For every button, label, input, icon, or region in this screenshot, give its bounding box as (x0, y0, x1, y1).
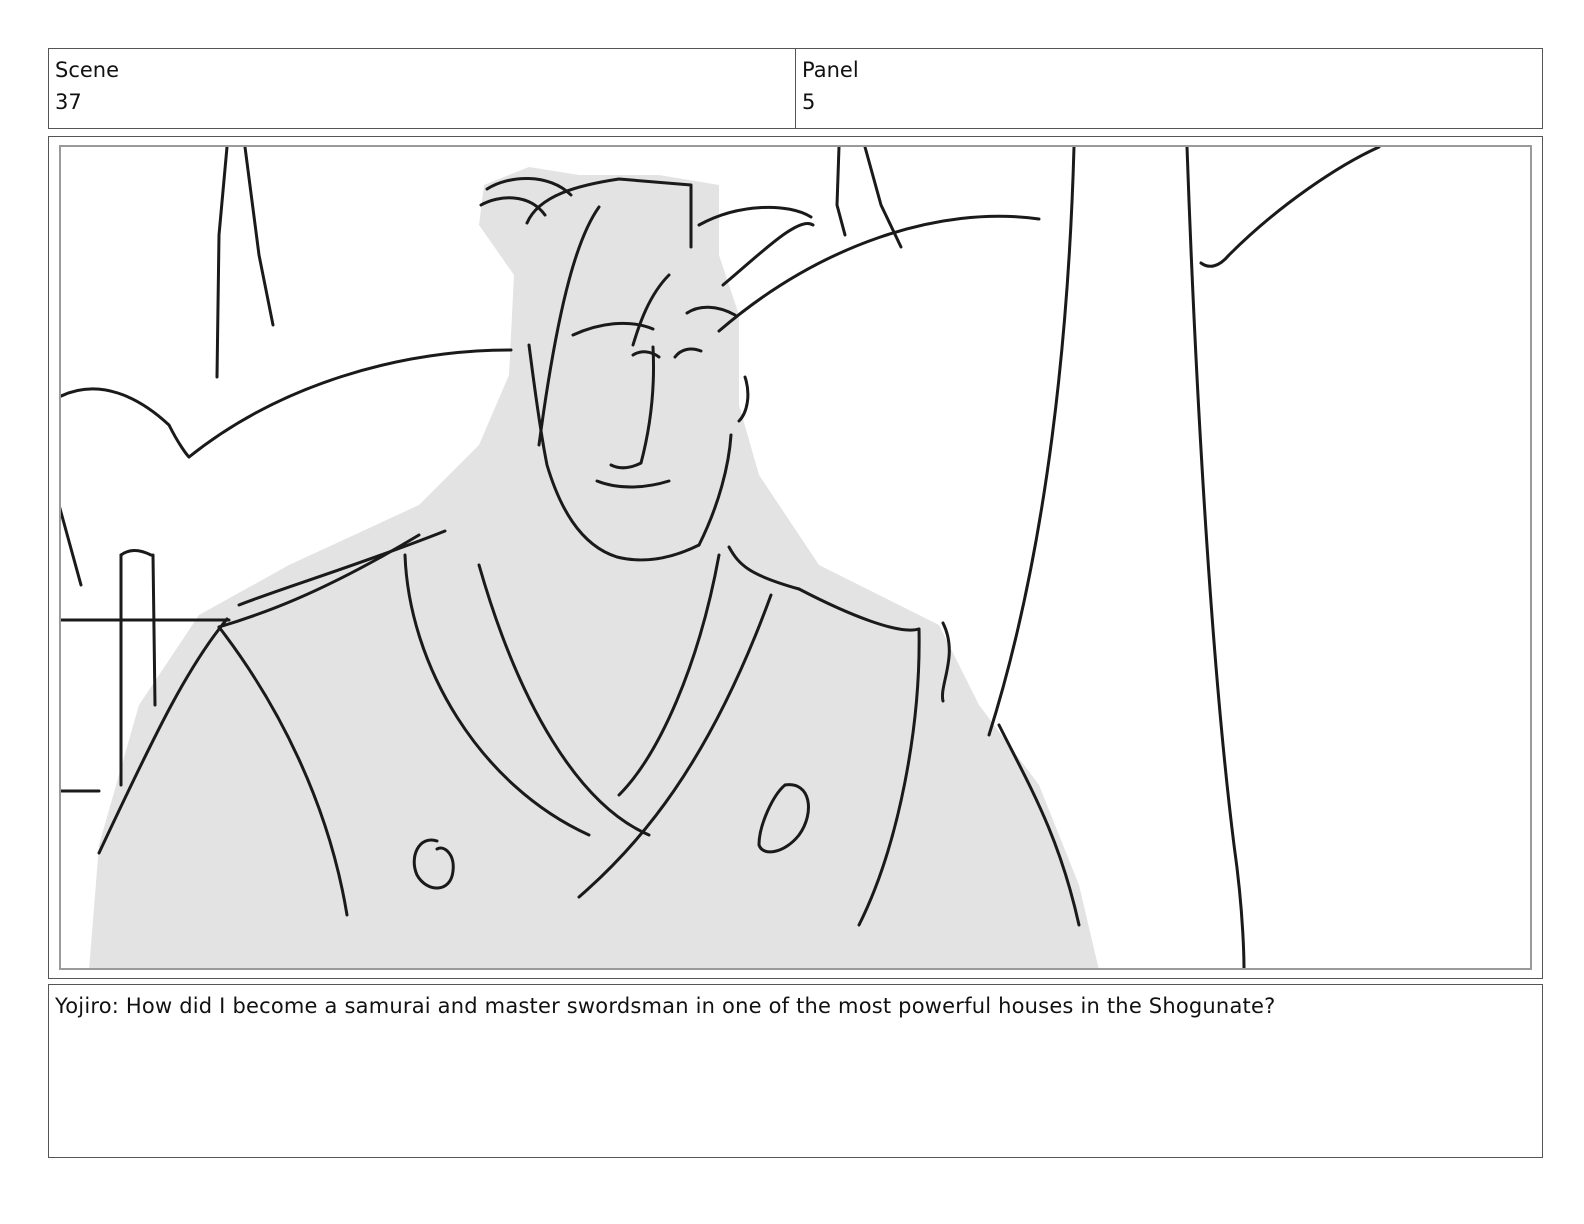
scene-number: 37 (55, 90, 82, 114)
scene-cell: Scene 37 (49, 49, 795, 128)
dialogue-caption: Yojiro: How did I become a samurai and m… (48, 984, 1543, 1158)
storyboard-frame (48, 136, 1543, 979)
panel-cell: Panel 5 (795, 49, 1542, 128)
panel-header: Scene 37 Panel 5 (48, 48, 1543, 129)
samurai-sketch (61, 147, 1381, 968)
scene-label: Scene (55, 58, 120, 82)
panel-label: Panel (802, 58, 859, 82)
figure-fill (89, 167, 1099, 968)
dialogue-text: Yojiro: How did I become a samurai and m… (55, 994, 1276, 1018)
sketch-image (59, 145, 1532, 970)
panel-number: 5 (802, 90, 816, 114)
